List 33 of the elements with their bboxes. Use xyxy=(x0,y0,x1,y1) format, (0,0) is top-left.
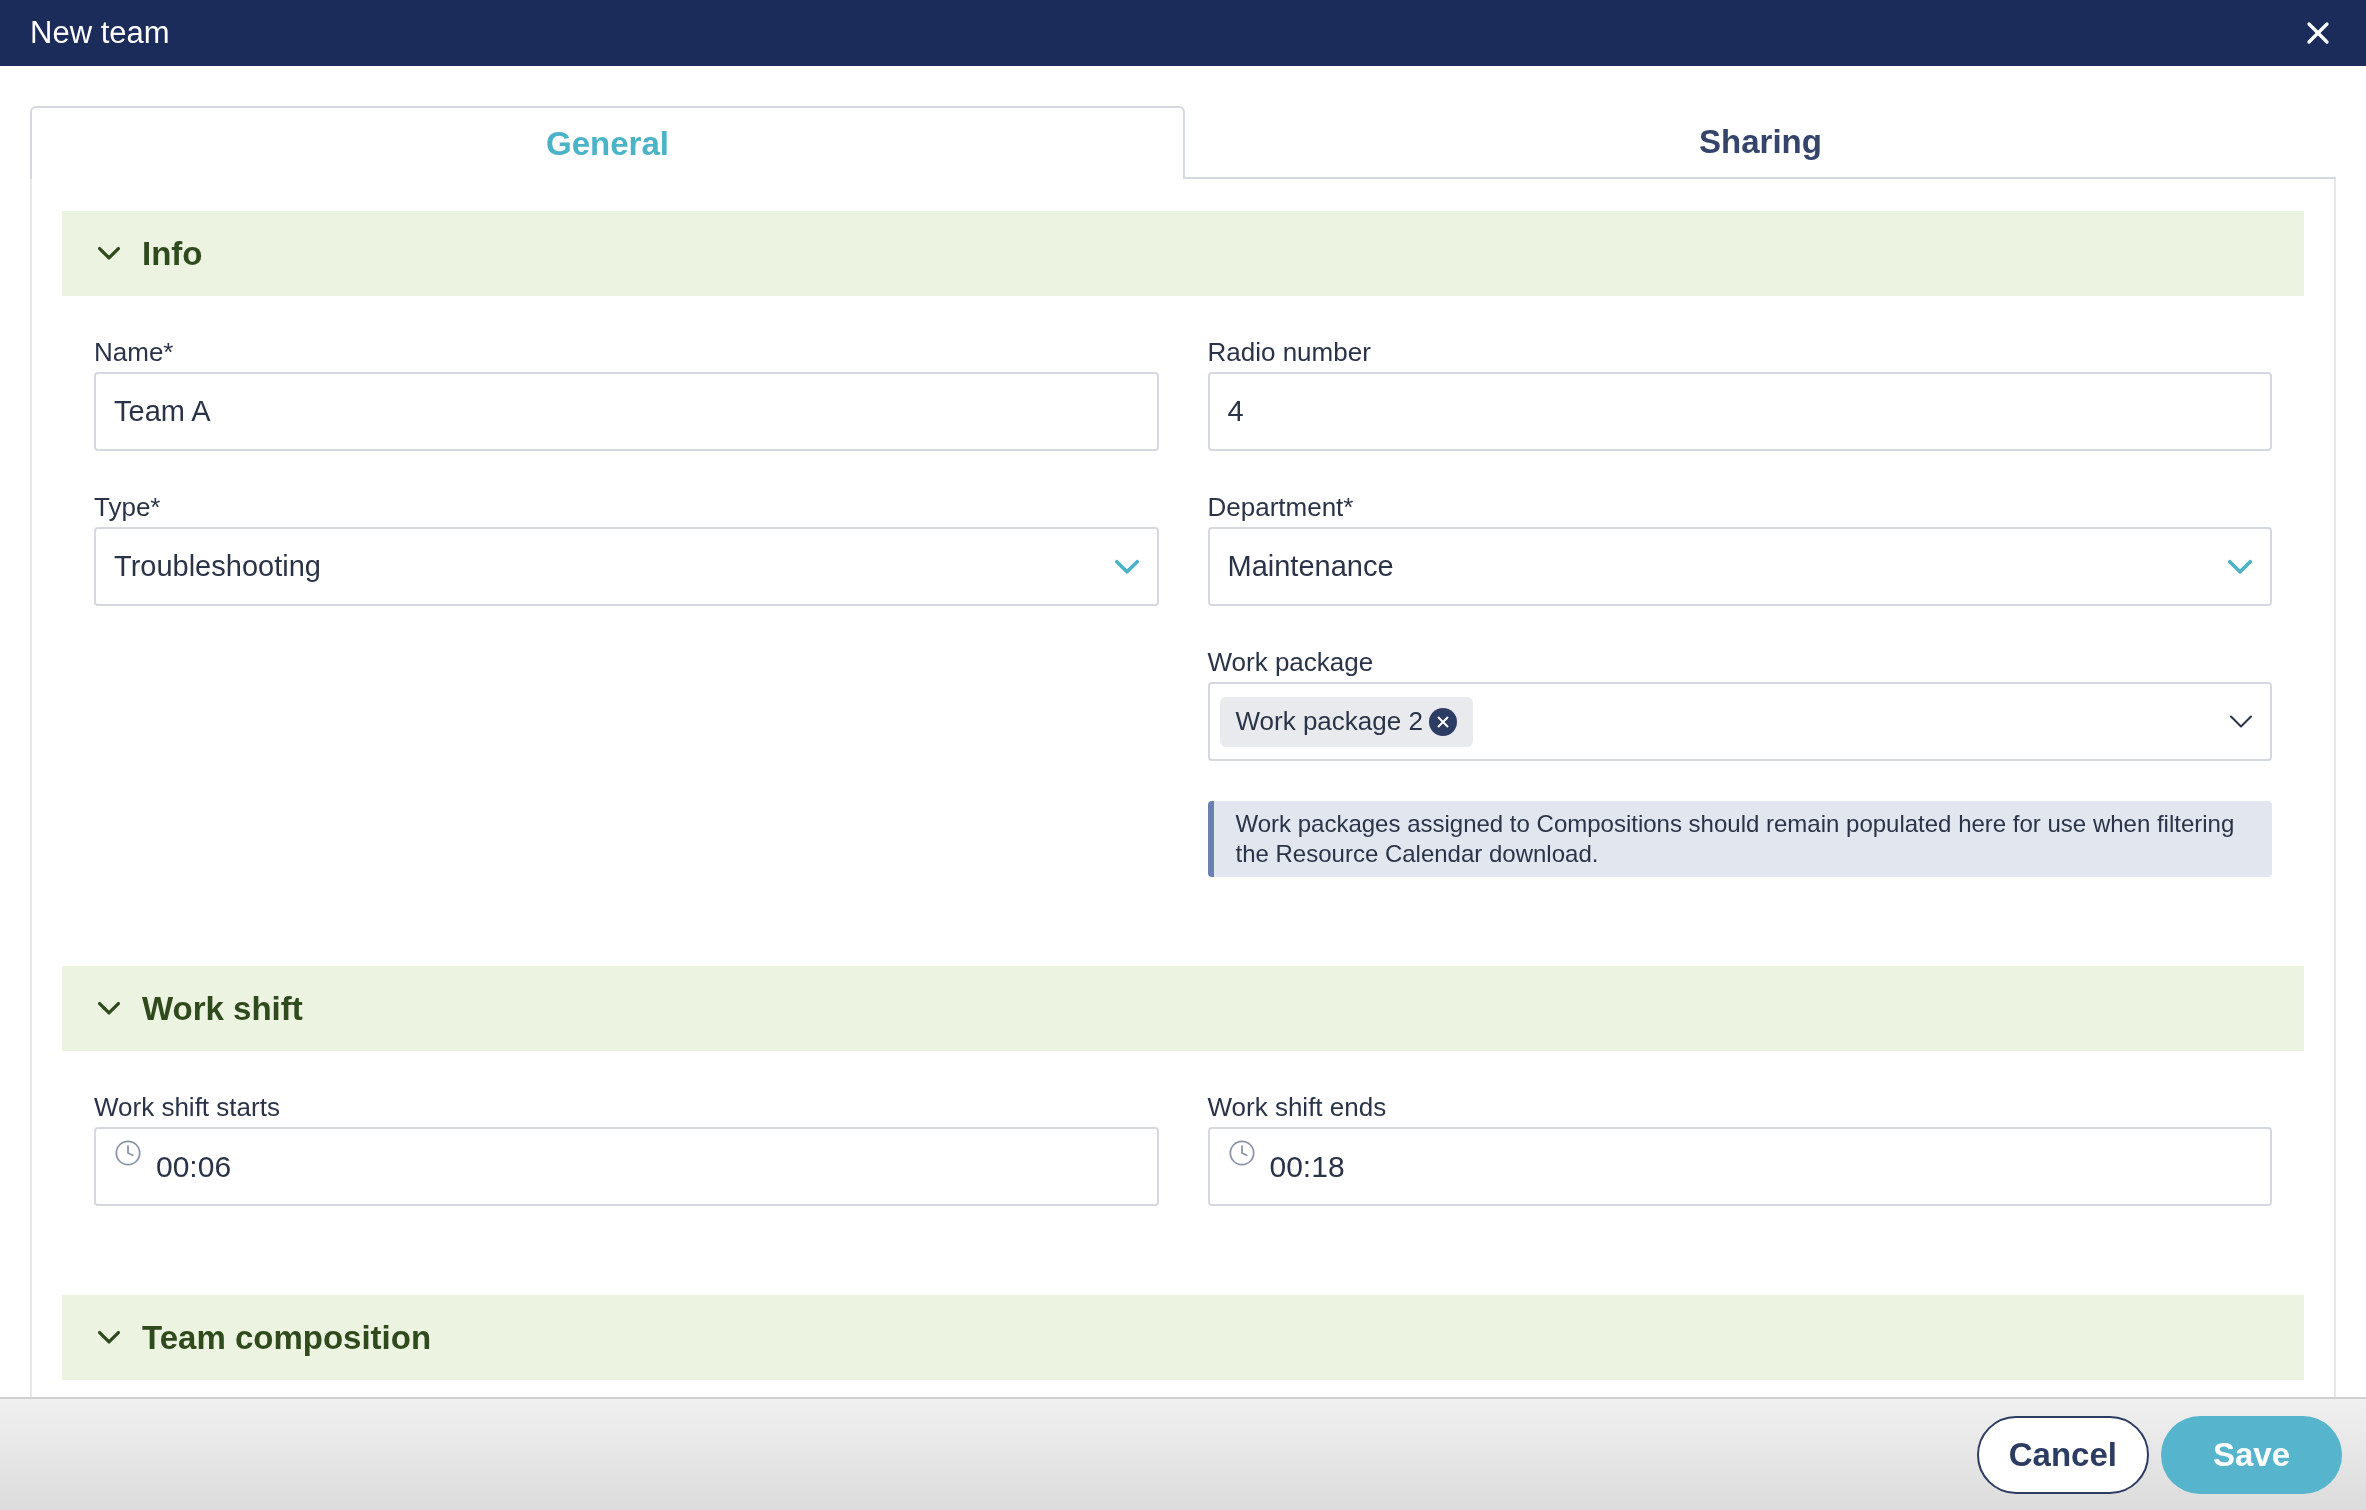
cancel-button[interactable]: Cancel xyxy=(1976,1415,2149,1494)
field-label: Radio number xyxy=(1207,336,1371,368)
field-label: Type* xyxy=(94,491,161,523)
clock-icon xyxy=(114,1139,142,1167)
dropdown-field[interactable]: Maintenance xyxy=(1207,527,2272,606)
section-header[interactable]: Team composition xyxy=(62,1295,2304,1380)
chevron-down-icon xyxy=(98,1001,120,1016)
field-label: Work shift starts xyxy=(94,1091,280,1123)
section-header[interactable]: Info xyxy=(62,211,2304,296)
selected-chip[interactable]: Work package 2 xyxy=(1219,696,1473,747)
chevron-down-icon xyxy=(1114,558,1139,575)
clock-icon xyxy=(1227,1139,1256,1167)
info-note: Work packages assigned to Compositions should remain populated here for use when filtering the Resource Calendar download. xyxy=(1207,801,2272,877)
remove-icon[interactable] xyxy=(1428,707,1457,736)
field-label: Name* xyxy=(94,336,174,368)
field-label: Department* xyxy=(1207,491,1354,523)
section-header[interactable]: Work shift xyxy=(62,966,2304,1051)
dropdown-field[interactable]: Troubleshooting xyxy=(94,527,1159,606)
multiselect-field[interactable]: Work package 2 xyxy=(1207,682,2272,761)
section-title: Work shift xyxy=(142,988,303,1029)
time-field[interactable]: 00:18 xyxy=(1207,1127,2272,1206)
chevron-down-icon xyxy=(2230,715,2252,728)
chevron-down-icon xyxy=(98,1330,120,1345)
text-field[interactable]: Team A xyxy=(94,372,1159,451)
chevron-down-icon xyxy=(98,246,120,261)
field-label: Work package xyxy=(1207,646,1374,678)
section-title: Info xyxy=(142,233,203,274)
chevron-down-icon xyxy=(2228,558,2252,575)
section-title: Team composition xyxy=(142,1317,432,1358)
field-label: Work shift ends xyxy=(1207,1091,1387,1123)
text-field[interactable]: 4 xyxy=(1207,372,2272,451)
time-field[interactable]: 00:06 xyxy=(94,1127,1159,1206)
window-title: New team xyxy=(30,13,170,52)
